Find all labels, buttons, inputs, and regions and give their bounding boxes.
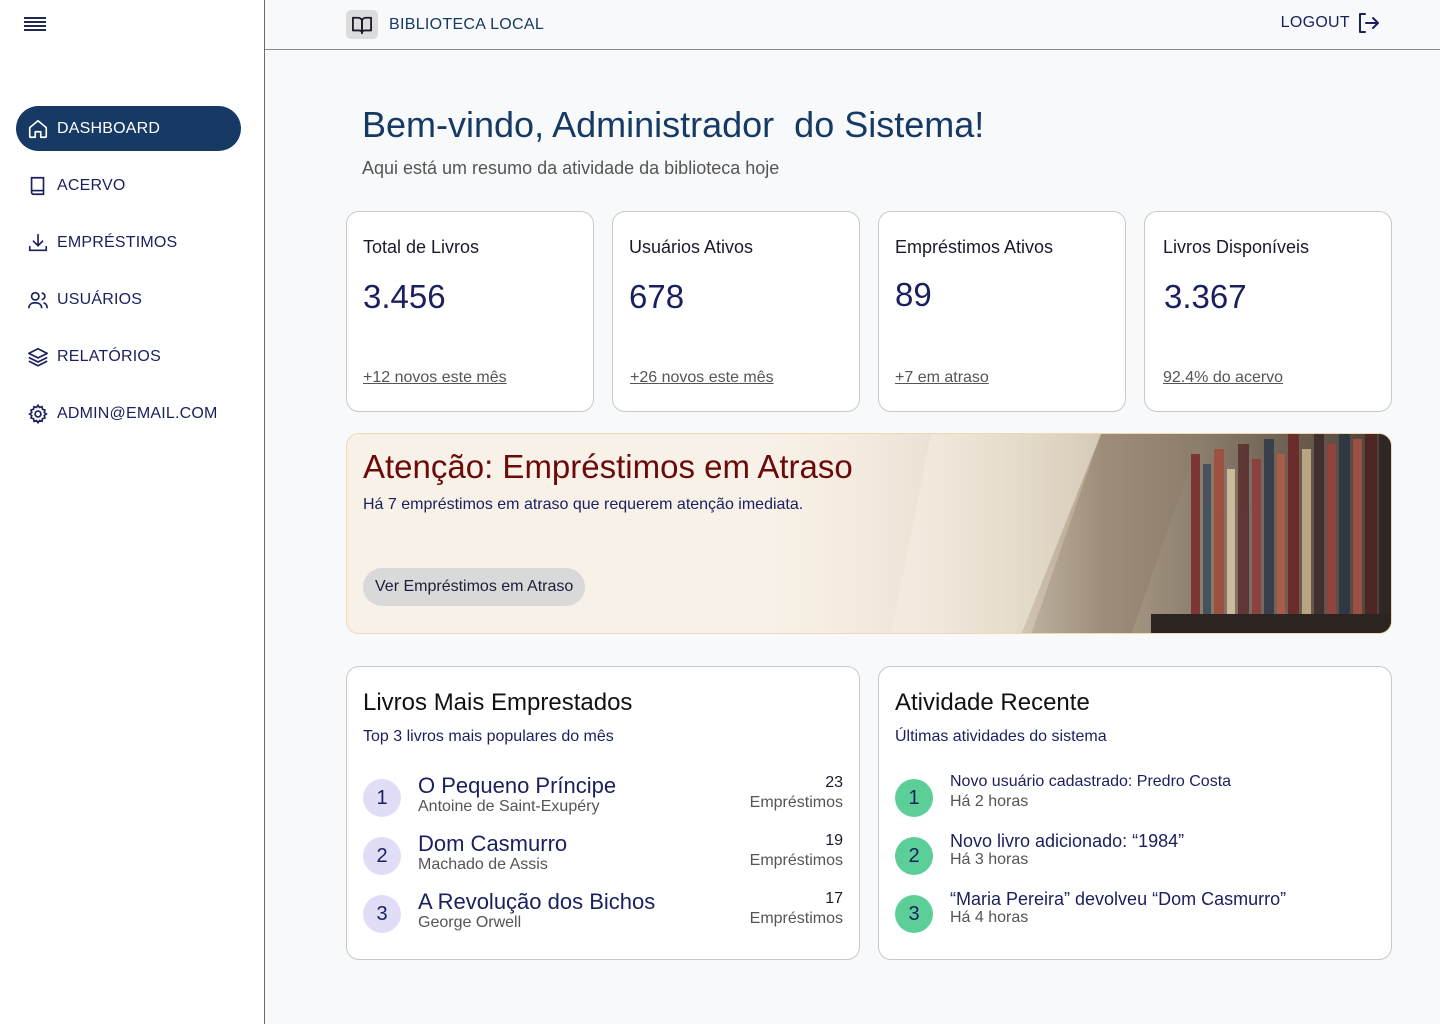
open-book-icon — [346, 10, 378, 39]
stat-note-link[interactable]: +26 novos este mês — [630, 369, 774, 387]
book-title: Dom Casmurro — [418, 831, 568, 856]
loan-count-value: 19 — [825, 832, 843, 849]
sidebar-item-admin[interactable]: ADMIN@EMAIL.COM — [16, 391, 241, 436]
activity-text: Novo livro adicionado: “1984” — [950, 831, 1185, 851]
view-overdue-button[interactable]: Ver Empréstimos em Atraso — [363, 568, 586, 606]
sidebar-nav: DASHBOARD ACERVO EMPRÉSTIMOS USUÁRIOS RE… — [16, 106, 241, 448]
activity-time: Há 2 horas — [950, 793, 1029, 810]
panel-title: Livros Mais Emprestados — [363, 689, 633, 716]
book-author: George Orwell — [418, 914, 522, 931]
stat-note-link[interactable]: +12 novos este mês — [363, 369, 507, 387]
stat-label: Total de Livros — [363, 237, 480, 257]
loan-count-unit: Empréstimos — [749, 910, 843, 927]
stat-card-total-livros: Total de Livros 3.456 +12 novos este mês — [346, 211, 594, 412]
sidebar-item-label: EMPRÉSTIMOS — [57, 233, 178, 251]
stat-label: Usuários Ativos — [629, 237, 754, 257]
panel-subtitle: Últimas atividades do sistema — [895, 728, 1107, 745]
list-item[interactable]: 1 Novo usuário cadastrado: Predro Costa … — [895, 773, 1375, 823]
rank-badge: 2 — [895, 837, 933, 875]
list-item[interactable]: 3 “Maria Pereira” devolveu “Dom Casmurro… — [895, 889, 1375, 939]
rank-badge: 1 — [363, 779, 401, 817]
rank-badge: 3 — [363, 895, 401, 933]
rank-badge: 3 — [895, 895, 933, 933]
sidebar-item-usuarios[interactable]: USUÁRIOS — [16, 277, 241, 322]
list-item[interactable]: 2 Dom Casmurro Machado de Assis 19 Empré… — [363, 831, 843, 881]
list-item[interactable]: 2 Novo livro adicionado: “1984” Há 3 hor… — [895, 831, 1375, 881]
book-author: Machado de Assis — [418, 856, 548, 873]
brand[interactable]: BIBLIOTECA LOCAL — [346, 10, 544, 39]
sidebar-item-dashboard[interactable]: DASHBOARD — [16, 106, 241, 151]
top-books-panel: Livros Mais Emprestados Top 3 livros mai… — [346, 666, 860, 960]
home-icon — [26, 117, 50, 141]
alert-text: Há 7 empréstimos em atraso que requerem … — [363, 496, 804, 513]
logout-icon — [1359, 13, 1379, 33]
rank-badge: 1 — [895, 779, 933, 817]
loan-count-value: 23 — [825, 774, 843, 791]
sidebar-item-emprestimos[interactable]: EMPRÉSTIMOS — [16, 220, 241, 265]
sidebar-item-acervo[interactable]: ACERVO — [16, 163, 241, 208]
list-item[interactable]: 1 O Pequeno Príncipe Antoine de Saint-Ex… — [363, 773, 843, 823]
loan-count: 23 Empréstimos — [750, 773, 843, 813]
list-item[interactable]: 3 A Revolução dos Bichos George Orwell 1… — [363, 889, 843, 939]
sidebar-item-label: USUÁRIOS — [57, 290, 143, 308]
book-title: O Pequeno Príncipe — [418, 773, 617, 798]
stat-card-livros-disponiveis: Livros Disponíveis 3.367 92.4% do acervo — [1144, 211, 1392, 412]
loan-count: 19 Empréstimos — [750, 831, 843, 871]
stat-label: Livros Disponíveis — [1163, 237, 1310, 257]
stat-value: 678 — [629, 278, 685, 315]
stat-card-emprestimos-ativos: Empréstimos Ativos 89 +7 em atraso — [878, 211, 1126, 412]
loan-count-unit: Empréstimos — [749, 794, 843, 811]
stat-value: 89 — [895, 276, 932, 313]
book-title: A Revolução dos Bichos — [418, 889, 656, 914]
rank-badge: 2 — [363, 837, 401, 875]
activity-time: Há 4 horas — [950, 909, 1029, 926]
top-bar: BIBLIOTECA LOCAL LOGOUT — [265, 0, 1440, 50]
logout-label: LOGOUT — [1280, 14, 1350, 31]
menu-icon[interactable] — [24, 17, 46, 33]
loan-count-unit: Empréstimos — [749, 852, 843, 869]
stat-note-link[interactable]: +7 em atraso — [895, 369, 989, 387]
stat-card-usuarios-ativos: Usuários Ativos 678 +26 novos este mês — [612, 211, 860, 412]
sidebar-item-relatorios[interactable]: RELATÓRIOS — [16, 334, 241, 379]
recent-activity-panel: Atividade Recente Últimas atividades do … — [878, 666, 1392, 960]
loan-count-value: 17 — [825, 890, 843, 907]
page-subtitle: Aqui está um resumo da atividade da bibl… — [362, 158, 780, 178]
gear-icon — [26, 402, 50, 426]
stat-value: 3.367 — [1164, 278, 1247, 315]
alert-title: Atenção: Empréstimos em Atraso — [363, 448, 853, 485]
sidebar-item-label: RELATÓRIOS — [57, 347, 161, 365]
activity-time: Há 3 horas — [950, 851, 1029, 868]
stat-value: 3.456 — [363, 278, 446, 315]
sidebar-item-label: DASHBOARD — [57, 119, 161, 137]
book-author: Antoine de Saint-Exupéry — [418, 798, 600, 815]
sidebar-item-label: ADMIN@EMAIL.COM — [57, 404, 218, 422]
loan-count: 17 Empréstimos — [750, 889, 843, 929]
panel-title: Atividade Recente — [895, 689, 1090, 716]
stat-note-link[interactable]: 92.4% do acervo — [1163, 369, 1283, 387]
sidebar-item-label: ACERVO — [57, 176, 126, 194]
layers-icon — [26, 345, 50, 369]
page-title: Bem-vindo, Administrador do Sistema! — [362, 104, 985, 145]
sidebar: DASHBOARD ACERVO EMPRÉSTIMOS USUÁRIOS RE… — [0, 0, 265, 1024]
book-icon — [26, 174, 50, 198]
panel-subtitle: Top 3 livros mais populares do mês — [363, 728, 614, 745]
users-icon — [26, 288, 50, 312]
brand-name: BIBLIOTECA LOCAL — [389, 15, 545, 33]
stat-label: Empréstimos Ativos — [895, 237, 1054, 257]
overdue-alert-banner: Atenção: Empréstimos em Atraso Há 7 empr… — [346, 433, 1392, 634]
download-icon — [26, 231, 50, 255]
activity-text: Novo usuário cadastrado: Predro Costa — [950, 773, 1232, 790]
activity-text: “Maria Pereira” devolveu “Dom Casmurro” — [950, 889, 1287, 909]
logout-button[interactable]: LOGOUT — [1281, 12, 1380, 34]
